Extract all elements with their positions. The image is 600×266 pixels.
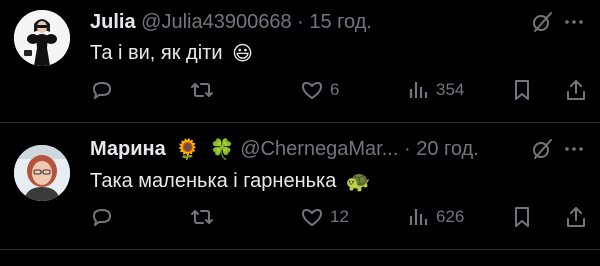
sunflower-emoji: 🌻	[175, 138, 201, 161]
timestamp[interactable]: 20 год.	[416, 138, 479, 160]
bookmark-button[interactable]	[510, 76, 534, 104]
tweet-text: Така маленька і гарненька 🐢	[90, 168, 371, 195]
tweet-actions: 12 626	[90, 203, 590, 231]
reply-icon	[90, 78, 114, 102]
like-button[interactable]: 12	[300, 203, 349, 231]
tweet-text: Та і ви, як діти 😃	[90, 40, 253, 67]
bookmark-icon	[510, 78, 534, 102]
views-icon	[406, 205, 430, 229]
tweet-text-content: Та і ви, як діти	[90, 42, 223, 64]
reply-button[interactable]	[90, 203, 120, 231]
timestamp[interactable]: 15 год.	[309, 11, 372, 33]
user-handle[interactable]: @ChernegaMar...	[240, 138, 398, 160]
like-icon	[300, 78, 324, 102]
tweet-text-content: Така маленька і гарненька	[90, 170, 337, 192]
display-name[interactable]: Марина	[90, 138, 166, 160]
separator-dot: ·	[403, 138, 411, 160]
tweet-actions: 6 354	[90, 76, 590, 104]
share-button[interactable]	[564, 203, 588, 231]
retweet-icon	[190, 205, 214, 229]
share-icon	[564, 78, 588, 102]
more-icon[interactable]	[562, 136, 586, 162]
tweet-divider	[0, 249, 600, 250]
bookmark-button[interactable]	[510, 203, 534, 231]
avatar[interactable]	[14, 10, 70, 66]
grinning-face-emoji: 😃	[232, 42, 253, 65]
grok-icon[interactable]	[530, 136, 554, 162]
retweet-button[interactable]	[190, 76, 220, 104]
turtle-emoji: 🐢	[345, 170, 371, 193]
bookmark-icon	[510, 205, 534, 229]
separator-dot: ·	[297, 11, 304, 33]
views-button[interactable]: 354	[406, 76, 464, 104]
share-icon	[564, 205, 588, 229]
more-icon[interactable]	[562, 9, 586, 35]
like-count: 6	[330, 80, 340, 99]
like-count: 12	[330, 207, 349, 226]
tweet-header: Julia @Julia43900668 · 15 год.	[90, 9, 583, 35]
retweet-button[interactable]	[190, 203, 220, 231]
reply-button[interactable]	[90, 76, 120, 104]
views-button[interactable]: 626	[406, 203, 464, 231]
retweet-icon	[190, 78, 214, 102]
views-icon	[406, 78, 430, 102]
views-count: 354	[436, 80, 465, 99]
tweet[interactable]: Julia @Julia43900668 · 15 год. Та і ви, …	[0, 0, 600, 122]
views-count: 626	[436, 207, 465, 226]
display-name[interactable]: Julia	[90, 11, 136, 33]
like-button[interactable]: 6	[300, 76, 339, 104]
share-button[interactable]	[564, 76, 588, 104]
reply-icon	[90, 205, 114, 229]
like-icon	[300, 205, 324, 229]
tweet[interactable]: Марина 🌻 🍀 @ChernegaMar... · 20 год. Так…	[0, 123, 600, 249]
grok-icon[interactable]	[530, 9, 554, 35]
tweet-header: Марина 🌻 🍀 @ChernegaMar... · 20 год.	[90, 136, 583, 162]
user-handle[interactable]: @Julia43900668	[141, 11, 291, 33]
four-leaf-clover-emoji: 🍀	[209, 138, 235, 161]
avatar[interactable]	[14, 145, 70, 201]
